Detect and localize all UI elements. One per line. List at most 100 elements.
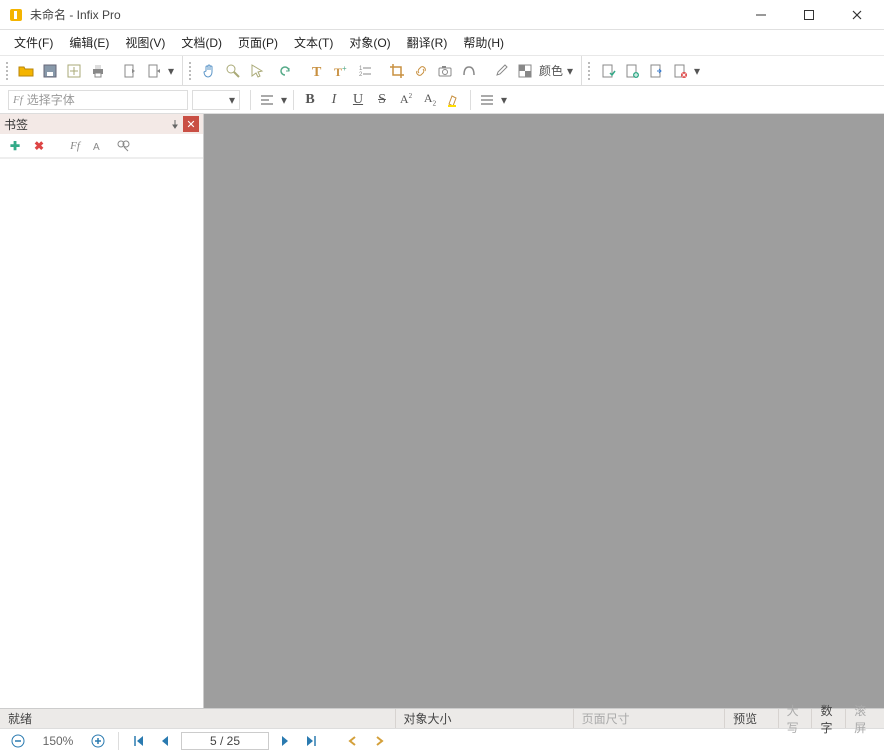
font-prefix-icon: Ff [13,94,23,106]
zoom-level[interactable]: 150% [34,734,82,748]
bookmarks-panel: 书签 ✕ ✚ ✖ Ff A [0,114,204,708]
panel-close-button[interactable]: ✕ [183,116,199,132]
svg-text:T: T [334,65,342,79]
zoom-tool-icon[interactable] [222,60,244,82]
chevron-down-icon[interactable]: ▾ [166,64,176,78]
toolbar-handle[interactable] [189,62,193,80]
window-title: 未命名 - Infix Pro [30,6,121,23]
undo-redo-icon[interactable] [274,60,296,82]
nav-forward-button[interactable] [369,731,389,751]
color-swatch-icon[interactable] [514,60,536,82]
menu-view[interactable]: 视图(V) [119,32,171,53]
page-delete-icon[interactable] [669,60,691,82]
chevron-down-icon[interactable]: ▾ [279,93,289,107]
svg-text:2: 2 [359,72,363,78]
chevron-down-icon[interactable]: ▾ [499,93,509,107]
status-preview: 预览 [725,709,779,728]
next-page-button[interactable] [275,731,295,751]
nav-back-button[interactable] [343,731,363,751]
svg-text:A: A [93,142,100,153]
prev-page-button[interactable] [155,731,175,751]
print-icon[interactable] [87,60,109,82]
link-tool-icon[interactable] [410,60,432,82]
camera-tool-icon[interactable] [434,60,456,82]
highlight-button[interactable] [442,89,466,111]
main-area: 书签 ✕ ✚ ✖ Ff A [0,114,884,708]
page-check-icon[interactable] [597,60,619,82]
title-bar: 未命名 - Infix Pro [0,0,884,30]
close-button[interactable] [842,3,872,27]
save-as-icon[interactable] [63,60,85,82]
crop-tool-icon[interactable] [386,60,408,82]
app-icon [8,7,24,23]
menu-translate[interactable]: 翻译(R) [401,32,454,53]
menu-bar: 文件(F) 编辑(E) 视图(V) 文档(D) 页面(P) 文本(T) 对象(O… [0,30,884,56]
redact-tool-icon[interactable] [458,60,480,82]
menu-edit[interactable]: 编辑(E) [63,32,115,53]
menu-file[interactable]: 文件(F) [8,32,59,53]
status-object-size: 对象大小 [396,709,574,728]
chevron-down-icon: ▾ [227,93,237,107]
panel-toolbar: ✚ ✖ Ff A [0,134,203,158]
minimize-button[interactable] [746,3,776,27]
chevron-down-icon[interactable]: ▾ [692,64,702,78]
eyedropper-tool-icon[interactable] [490,60,512,82]
first-page-button[interactable] [129,731,149,751]
menu-page[interactable]: 页面(P) [232,32,284,53]
text-plus-tool-icon[interactable]: T+ [330,60,352,82]
page-add-icon[interactable] [621,60,643,82]
font-size-selector[interactable]: ▾ [192,90,240,110]
navigation-bar: 150% 5 / 25 [0,728,884,752]
menu-help[interactable]: 帮助(H) [457,32,510,53]
page-export-icon[interactable] [143,60,165,82]
page-extract-icon[interactable] [645,60,667,82]
bold-button[interactable]: B [298,89,322,111]
toolbar-handle[interactable] [6,62,10,80]
page-number-input[interactable]: 5 / 25 [181,732,269,750]
main-toolbar: ▾ T T+ 12 [0,56,884,86]
bookmark-find-icon[interactable] [114,137,132,155]
pin-icon[interactable] [167,116,183,132]
line-spacing-button[interactable] [475,89,499,111]
color-label: 颜色 [537,62,565,79]
bookmark-add-icon[interactable]: ✚ [6,137,24,155]
status-caps: 大写 [779,709,813,728]
document-canvas[interactable] [204,114,884,708]
format-toolbar: Ff 选择字体 ▾ ▾ B I U S A2 A2 ▾ [0,86,884,114]
status-num: 数字 [812,709,846,728]
page-insert-icon[interactable] [119,60,141,82]
pointer-tool-icon[interactable] [246,60,268,82]
maximize-button[interactable] [794,3,824,27]
bookmark-delete-icon[interactable]: ✖ [30,137,48,155]
last-page-button[interactable] [301,731,321,751]
superscript-button[interactable]: A2 [394,89,418,111]
zoom-in-button[interactable] [88,731,108,751]
open-icon[interactable] [15,60,37,82]
line-number-tool-icon[interactable]: 12 [354,60,376,82]
strikethrough-button[interactable]: S [370,89,394,111]
chevron-down-icon[interactable]: ▾ [565,64,575,78]
zoom-out-button[interactable] [8,731,28,751]
text-tool-icon[interactable]: T [306,60,328,82]
subscript-button[interactable]: A2 [418,89,442,111]
panel-header: 书签 ✕ [0,114,203,134]
menu-text[interactable]: 文本(T) [288,32,339,53]
save-icon[interactable] [39,60,61,82]
status-scroll: 滚屏 [846,709,884,728]
bookmarks-list[interactable] [0,158,203,708]
svg-text:T: T [312,65,322,79]
status-ready: 就绪 [0,709,396,728]
toolbar-handle[interactable] [588,62,592,80]
font-placeholder: 选择字体 [27,91,75,108]
bookmark-text-icon[interactable]: A [90,137,108,155]
underline-button[interactable]: U [346,89,370,111]
bookmark-font-icon[interactable]: Ff [66,137,84,155]
hand-tool-icon[interactable] [198,60,220,82]
menu-doc[interactable]: 文档(D) [175,32,228,53]
status-bar: 就绪 对象大小 页面尺寸 预览 大写 数字 滚屏 [0,708,884,728]
status-page-size: 页面尺寸 [574,709,725,728]
italic-button[interactable]: I [322,89,346,111]
align-left-button[interactable] [255,89,279,111]
font-selector[interactable]: Ff 选择字体 [8,90,188,110]
menu-object[interactable]: 对象(O) [343,32,396,53]
